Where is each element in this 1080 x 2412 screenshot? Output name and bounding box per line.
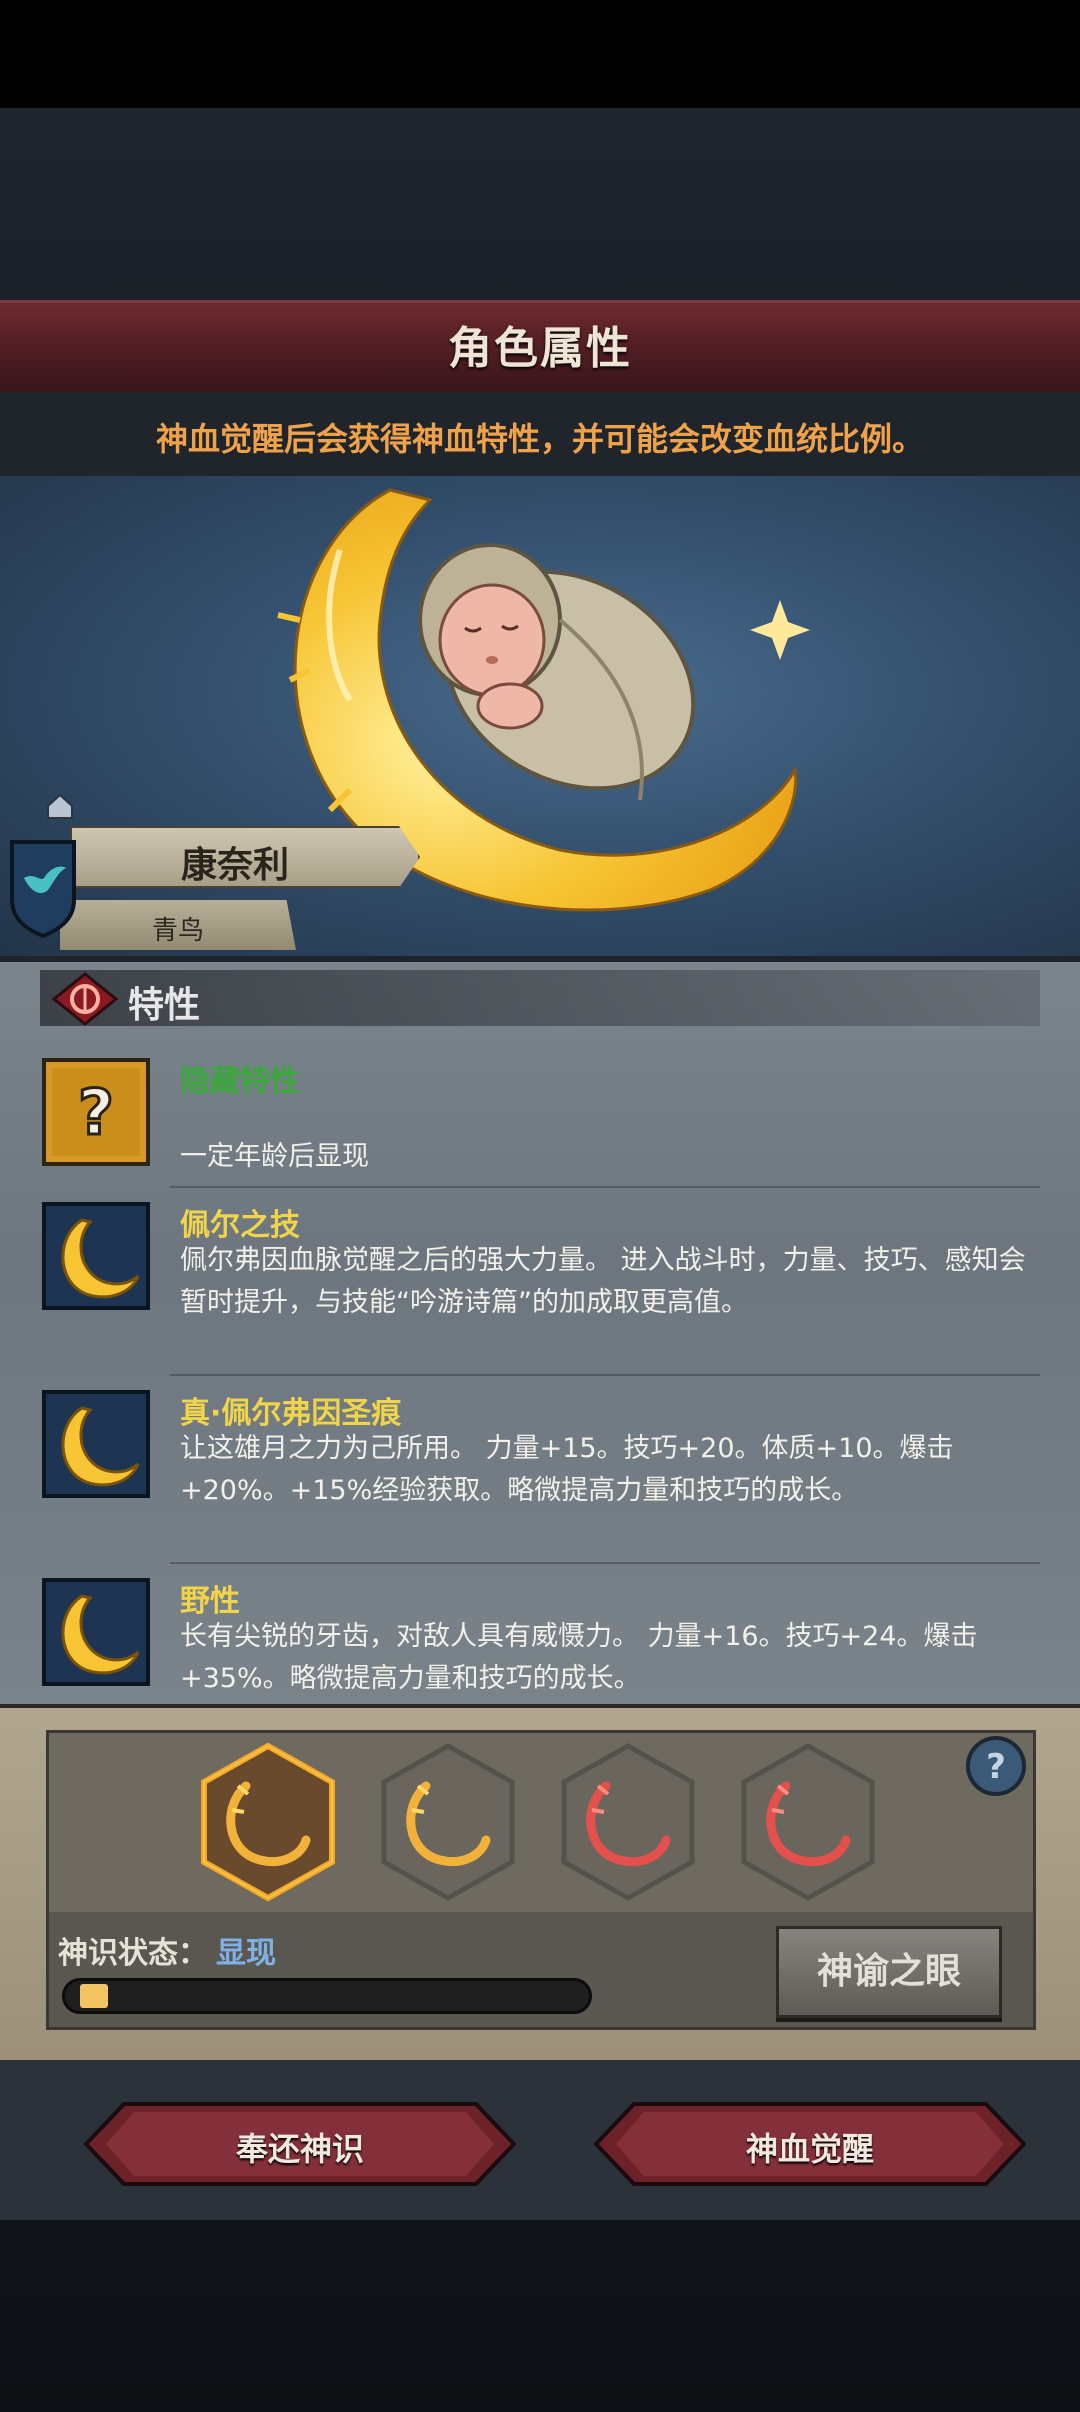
divine-slot-2[interactable] xyxy=(378,1742,518,1902)
trait-description: 让这雄月之力为己所用。 力量+15。技巧+20。体质+10。爆击+20%。+15… xyxy=(180,1433,954,1506)
trait-name: 佩尔之技 xyxy=(180,1208,300,1243)
divine-status-label: 神识状态： xyxy=(58,1936,208,1971)
swaddled-baby-on-moon-illustration xyxy=(277,488,810,912)
divine-status-value: 显现 xyxy=(216,1936,276,1971)
divider xyxy=(170,1186,1040,1188)
character-name: 康奈利 xyxy=(180,845,289,886)
divine-slot-4[interactable] xyxy=(738,1742,878,1902)
divine-slot-1[interactable] xyxy=(198,1742,338,1902)
traits-panel xyxy=(0,956,1080,1704)
divine-progress-bar xyxy=(62,1978,592,2014)
svg-text:?: ? xyxy=(986,1747,1006,1787)
page-title: 角色属性 xyxy=(448,323,632,374)
help-icon[interactable]: ? xyxy=(964,1734,1028,1798)
question-icon: ? xyxy=(42,1058,150,1166)
divider xyxy=(170,1374,1040,1376)
awakening-hint: 神血觉醒后会获得神血特性，并可能会改变血统比例。 xyxy=(155,420,924,458)
divine-blood-awaken-label: 神血觉醒 xyxy=(745,2130,874,2168)
bluebird-crest-icon xyxy=(10,840,76,938)
traits-emblem-icon xyxy=(52,972,118,1026)
trait-name: 野性 xyxy=(180,1584,240,1619)
trait-name: 真·佩尔弗因圣痕 xyxy=(180,1396,402,1431)
crescent-moon-icon xyxy=(42,1578,150,1686)
house-icon xyxy=(47,793,73,819)
character-lineage: 青鸟 xyxy=(151,916,204,946)
status-bar-area xyxy=(0,0,1080,108)
trait-description: 佩尔弗因血脉觉醒之后的强大力量。 进入战斗时，力量、技巧、感知会暂时提升，与技能… xyxy=(180,1245,1026,1318)
oracle-eye-button[interactable]: 神谕之眼 xyxy=(776,1926,1002,2018)
crescent-moon-icon xyxy=(42,1202,150,1310)
trait-name: 隐藏特性 xyxy=(180,1064,300,1099)
divine-progress-fill xyxy=(80,1984,108,2008)
crescent-moon-icon xyxy=(42,1390,150,1498)
trait-description: 长有尖锐的牙齿，对敌人具有威慑力。 力量+16。技巧+24。爆击+35%。略微提… xyxy=(180,1621,978,1694)
trait-description: 一定年龄后显现 xyxy=(180,1141,369,1172)
traits-title: 特性 xyxy=(128,985,201,1026)
divine-slot-3[interactable] xyxy=(558,1742,698,1902)
svg-text:?: ? xyxy=(78,1076,114,1149)
return-divine-sense-label: 奉还神识 xyxy=(235,2130,364,2168)
divider xyxy=(170,1562,1040,1564)
